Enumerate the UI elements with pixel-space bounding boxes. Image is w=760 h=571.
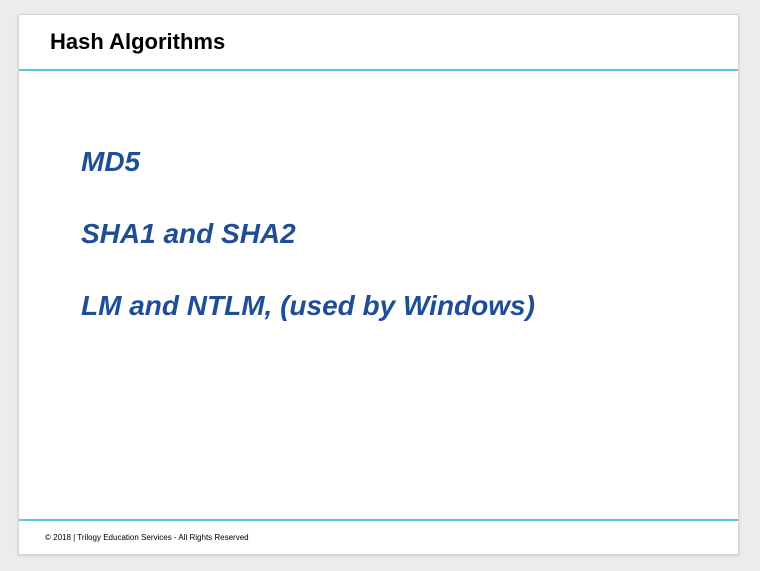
copyright-footer: © 2018 | Trilogy Education Services - Al… [45, 533, 249, 542]
bullet-item-md5: MD5 [81, 146, 141, 177]
bullet-list: MD5 SHA1 and SHA2 LM and NTLM, (used by … [81, 145, 535, 361]
slide-title: Hash Algorithms [50, 29, 226, 54]
footer-divider [19, 519, 738, 521]
title-divider [19, 69, 738, 71]
slide: Hash Algorithms MD5 SHA1 and SHA2 LM and… [18, 14, 739, 555]
bullet-item-lm-ntlm: LM and NTLM, (used by Windows) [81, 290, 535, 321]
bullet-item-sha: SHA1 and SHA2 [81, 218, 296, 249]
